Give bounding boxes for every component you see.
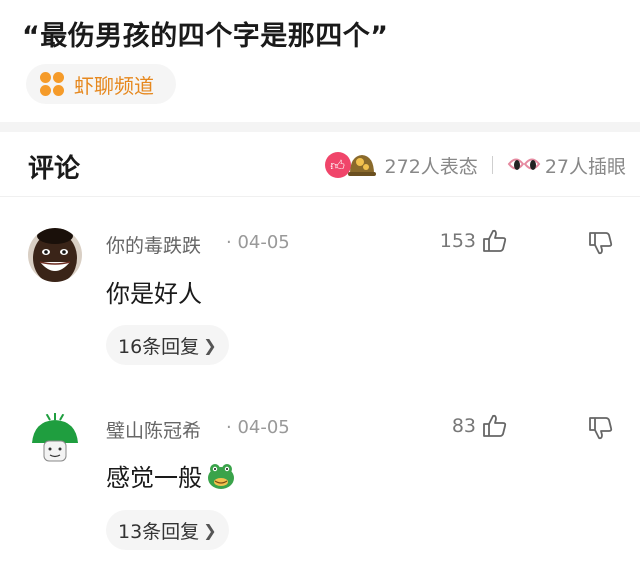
flower-icon (40, 72, 64, 96)
frog-face-icon (208, 463, 234, 489)
comment-username[interactable]: 你的毒跌跌 (106, 231, 201, 258)
header-divider (0, 196, 640, 197)
reactions-count[interactable]: 272人表态 (385, 152, 478, 179)
like-button[interactable]: 153 (440, 228, 508, 254)
post-title: “最伤男孩的四个字是那四个” (22, 21, 389, 52)
like-button[interactable]: 83 (452, 413, 508, 439)
avatar[interactable] (28, 413, 82, 467)
comments-stats: 👍︎ 272人表态 27人插眼 (324, 150, 626, 180)
watch-count[interactable]: 27人插眼 (545, 152, 626, 179)
comment-text: 你是好人 (106, 280, 202, 308)
avatar-smiling-man-icon (28, 228, 82, 282)
comments-title: 评论 (28, 154, 81, 184)
thumbs-down-icon[interactable] (588, 415, 614, 441)
channel-chip[interactable]: 虾聊频道 (26, 64, 176, 104)
thumbs-down-icon[interactable] (588, 230, 614, 256)
comment-date: · 04-05 (226, 232, 290, 253)
helmet-reaction-icon (347, 155, 376, 176)
comment-username[interactable]: 璧山陈冠希 (106, 416, 201, 443)
replies-button[interactable]: 13条回复 ❯ (106, 510, 229, 550)
eyes-icon[interactable] (507, 152, 541, 178)
replies-button[interactable]: 16条回复 ❯ (106, 325, 229, 365)
like-count: 153 (439, 230, 476, 252)
replies-label: 13条回复 (118, 520, 200, 543)
channel-label: 虾聊频道 (74, 73, 154, 98)
reactions-icons[interactable]: 👍︎ (324, 150, 381, 180)
replies-label: 16条回复 (118, 335, 200, 358)
comment-text: 感觉一般 (106, 464, 202, 492)
stats-divider (491, 156, 493, 174)
avatar[interactable] (28, 228, 82, 282)
avatar-green-hat-icon (28, 413, 82, 467)
thumbs-up-icon (483, 229, 507, 252)
chevron-right-icon: ❯ (203, 335, 217, 355)
comment-date: · 04-05 (226, 417, 290, 438)
comment-text-row: 感觉一般 (106, 458, 236, 493)
chevron-right-icon: ❯ (203, 520, 217, 540)
like-count: 83 (451, 415, 476, 437)
section-divider (0, 122, 640, 132)
thumbs-up-icon (483, 414, 507, 437)
